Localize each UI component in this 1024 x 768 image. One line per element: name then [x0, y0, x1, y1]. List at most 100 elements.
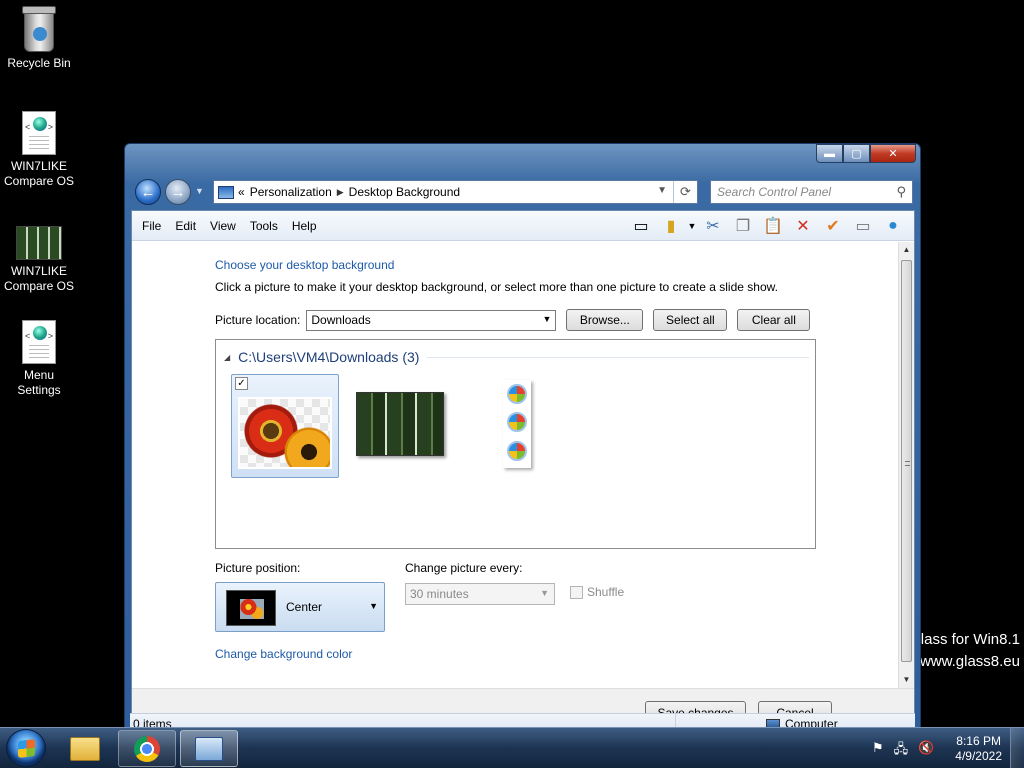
picture-thumbnail-flowers[interactable]: ✓	[231, 374, 339, 478]
search-input[interactable]: Search Control Panel ⚲	[710, 180, 913, 204]
taskbar-explorer[interactable]	[56, 730, 114, 767]
copy-icon[interactable]: ❐	[728, 213, 758, 239]
address-dropdown-icon[interactable]: ▼	[657, 185, 667, 196]
picture-group-header[interactable]: ◢ C:\Users\VM4\Downloads (3)	[224, 349, 809, 365]
picture-thumbnail-orbs[interactable]	[503, 380, 531, 468]
control-panel-window: ▬ ▢ ✕ ← → ▼ « Personalization ▶ Desktop …	[124, 143, 921, 743]
desktop-icon-label: Recycle Bin	[7, 56, 71, 70]
picture-checkbox[interactable]: ✓	[235, 377, 248, 390]
address-bar[interactable]: « Personalization ▶ Desktop Background ▼…	[213, 180, 698, 204]
breadcrumb-personalization[interactable]: Personalization	[250, 185, 332, 199]
scroll-down-arrow-icon[interactable]: ▼	[899, 672, 914, 688]
search-icon[interactable]: ⚲	[896, 184, 906, 200]
properties-icon[interactable]: ▭	[848, 213, 878, 239]
checkmark-icon[interactable]: ✔	[818, 213, 848, 239]
taskbar-chrome[interactable]	[118, 730, 176, 767]
picture-position-select[interactable]: Center ▼	[215, 582, 385, 632]
picture-group-title: C:\Users\VM4\Downloads (3)	[238, 349, 420, 365]
show-desktop-button[interactable]	[1010, 728, 1024, 768]
clock[interactable]: 8:16 PM 4/9/2022	[955, 734, 1002, 764]
scroll-up-arrow-icon[interactable]: ▲	[899, 242, 914, 258]
system-tray: ⚑ 🖧 🔇	[872, 740, 944, 762]
delete-icon[interactable]: ✕	[788, 213, 818, 239]
volume-muted-icon[interactable]: 🔇	[918, 740, 934, 762]
change-background-color-link[interactable]: Change background color	[215, 647, 352, 661]
shuffle-checkbox-box	[570, 585, 583, 599]
toolbar: ▭ ▮ ▼ ✂ ❐ 📋 ✕ ✔ ▭ ●	[626, 213, 908, 239]
picture-location-select[interactable]: Downloads ▼	[306, 309, 557, 331]
picture-thumbnail-screens[interactable]	[356, 392, 444, 456]
select-all-button[interactable]: Select all	[653, 309, 728, 331]
windows-orb-icon	[507, 412, 527, 432]
picture-location-row: Picture location: Downloads ▼ Browse... …	[215, 309, 811, 331]
paste-icon[interactable]: 📋	[758, 213, 788, 239]
chevron-down-icon: ▼	[542, 313, 552, 324]
breadcrumb-separator-icon[interactable]: ▶	[337, 187, 344, 198]
image-thumbnail-icon	[16, 226, 62, 260]
options-dropdown-icon[interactable]: ▼	[686, 213, 698, 239]
change-picture-every-label: Change picture every:	[405, 561, 523, 575]
clear-all-button[interactable]: Clear all	[737, 309, 811, 331]
recent-pages-dropdown-icon[interactable]: ▼	[195, 186, 204, 196]
control-panel-icon	[195, 736, 223, 761]
chrome-icon	[134, 735, 160, 762]
minimize-button[interactable]: ▬	[816, 144, 843, 163]
desktop-icon-menu-settings[interactable]: < > Menu Settings	[0, 320, 78, 398]
clock-date: 4/9/2022	[955, 749, 1002, 763]
chevron-down-icon: ▼	[369, 601, 378, 611]
desktop-icon-label-line2: Compare OS	[3, 174, 75, 188]
taskbar: ⚑ 🖧 🔇 8:16 PM 4/9/2022	[0, 727, 1024, 768]
action-center-flag-icon[interactable]: ⚑	[872, 740, 884, 762]
close-button[interactable]: ✕	[870, 144, 916, 163]
picture-position-label: Picture position:	[215, 561, 301, 575]
search-placeholder: Search Control Panel	[717, 185, 832, 199]
folder-icon	[70, 736, 100, 761]
picture-location-value: Downloads	[311, 312, 371, 327]
desktop-icon-win7like-doc[interactable]: < > WIN7LIKE Compare OS	[0, 111, 78, 189]
desktop-icon-recycle-bin[interactable]: Recycle Bin	[0, 6, 78, 71]
menu-edit[interactable]: Edit	[168, 219, 203, 233]
group-divider	[427, 356, 809, 358]
yellow-flower-shape	[284, 427, 330, 467]
layout-pane-icon[interactable]: ▭	[626, 213, 656, 239]
collapse-triangle-icon[interactable]: ◢	[224, 353, 230, 362]
cut-icon[interactable]: ✂	[698, 213, 728, 239]
maximize-button[interactable]: ▢	[843, 144, 870, 163]
position-preview-image	[226, 590, 276, 626]
flowers-image	[238, 397, 332, 469]
windows-logo-icon	[18, 739, 35, 758]
breadcrumb-overflow[interactable]: «	[238, 185, 245, 199]
chevron-down-icon: ▼	[540, 588, 549, 598]
refresh-icon[interactable]: ⟳	[673, 181, 697, 203]
taskbar-control-panel[interactable]	[180, 730, 238, 767]
shuffle-checkbox: Shuffle	[570, 585, 624, 599]
watermark-line1: lass for Win8.1	[920, 631, 1020, 648]
back-arrow-icon[interactable]: ←	[135, 179, 161, 205]
globe-icon[interactable]: ●	[878, 213, 908, 239]
change-picture-every-value: 30 minutes	[410, 587, 469, 601]
change-picture-every-select: 30 minutes ▼	[405, 583, 555, 605]
browse-button[interactable]: Browse...	[566, 309, 644, 331]
desktop-icon-label: WIN7LIKE	[10, 159, 67, 173]
picture-position-value: Center	[286, 600, 323, 614]
network-icon[interactable]: 🖧	[894, 740, 909, 762]
forward-arrow-icon[interactable]: →	[165, 179, 191, 205]
windows-orb-icon	[507, 384, 527, 404]
vertical-scrollbar[interactable]: ▲ ▼	[898, 242, 914, 688]
page-title: Choose your desktop background	[215, 258, 395, 272]
menu-tools[interactable]: Tools	[243, 219, 285, 233]
desktop-background-page: Choose your desktop background Click a p…	[132, 242, 898, 688]
picture-location-label: Picture location:	[215, 313, 301, 327]
desktop-icon-win7like-image[interactable]: WIN7LIKE Compare OS	[0, 216, 78, 294]
breadcrumb-desktop-background[interactable]: Desktop Background	[349, 185, 460, 199]
folder-options-icon[interactable]: ▮	[656, 213, 686, 239]
menu-help[interactable]: Help	[285, 219, 324, 233]
desktop-icon-label: WIN7LIKE	[10, 264, 67, 278]
start-button[interactable]	[6, 729, 46, 767]
desktop-icon-label: Menu	[23, 368, 55, 382]
menu-file[interactable]: File	[135, 219, 168, 233]
navigation-bar: ← → ▼ « Personalization ▶ Desktop Backgr…	[135, 179, 914, 205]
desktop-icon-label-line2: Settings	[17, 383, 61, 397]
scrollbar-thumb[interactable]	[901, 260, 912, 662]
menu-view[interactable]: View	[203, 219, 243, 233]
